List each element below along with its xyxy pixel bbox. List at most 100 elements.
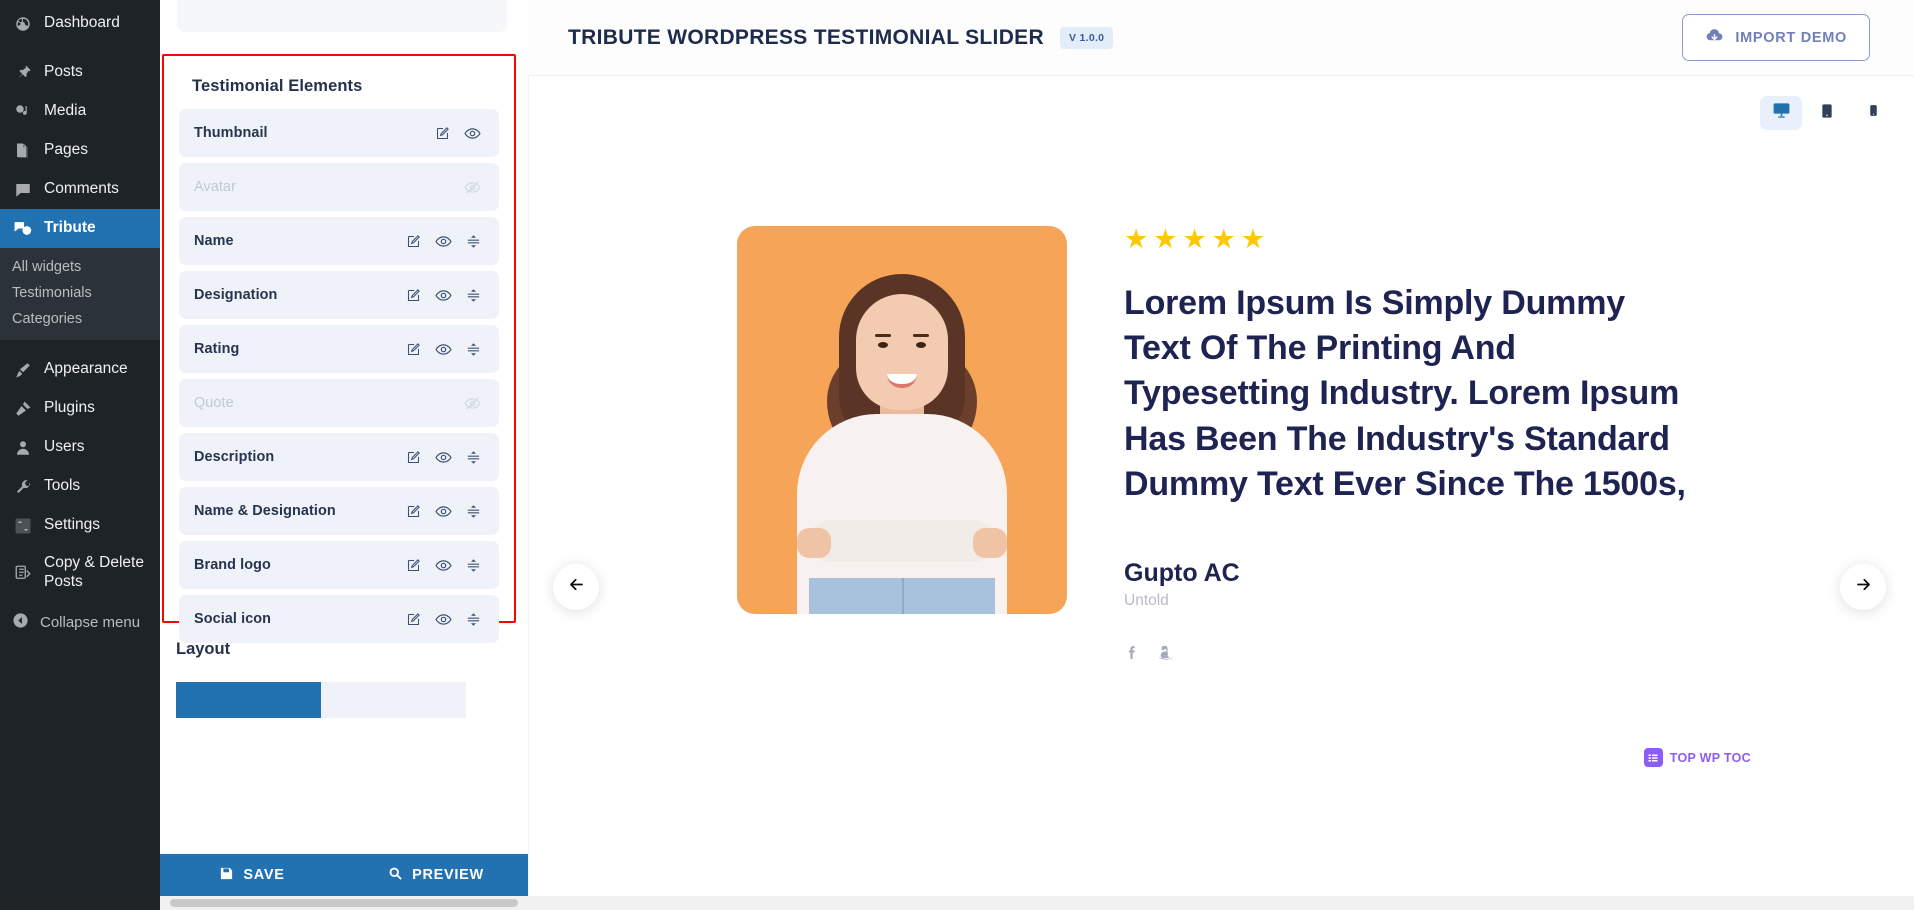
element-row-brand-logo[interactable]: Brand logo bbox=[179, 541, 499, 589]
edit-icon[interactable] bbox=[406, 450, 421, 465]
edit-icon[interactable] bbox=[406, 288, 421, 303]
drag-handle-icon[interactable] bbox=[466, 612, 481, 627]
device-desktop-button[interactable] bbox=[1760, 96, 1802, 130]
arrow-right-icon bbox=[1854, 575, 1873, 599]
element-actions bbox=[406, 233, 481, 250]
page-title: Testimonial Elements bbox=[192, 77, 363, 95]
testimonial-body: ★ ★ ★ ★ ★ Lorem Ipsum Is Simply Dummy Te… bbox=[1124, 226, 1699, 666]
sidebar-item-copy-delete-posts[interactable]: Copy & Delete Posts bbox=[0, 545, 160, 600]
testimonial-author-designation: Untold bbox=[1124, 592, 1169, 610]
edit-icon[interactable] bbox=[406, 612, 421, 627]
device-tablet-button[interactable] bbox=[1806, 96, 1848, 130]
slider-prev-button[interactable] bbox=[553, 564, 599, 610]
brush-icon bbox=[12, 359, 33, 380]
element-row-name[interactable]: Name bbox=[179, 217, 499, 265]
drag-handle-icon[interactable] bbox=[466, 504, 481, 519]
sidebar-subitem-categories[interactable]: Categories bbox=[0, 306, 160, 332]
eye-icon[interactable] bbox=[435, 341, 452, 358]
element-row-avatar[interactable]: Avatar bbox=[179, 163, 499, 211]
testimonial-slide: ★ ★ ★ ★ ★ Lorem Ipsum Is Simply Dummy Te… bbox=[529, 226, 1914, 666]
pin-icon bbox=[12, 62, 33, 83]
drag-handle-icon[interactable] bbox=[466, 558, 481, 573]
element-row-description[interactable]: Description bbox=[179, 433, 499, 481]
slider-next-button[interactable] bbox=[1840, 564, 1886, 610]
eye-off-icon[interactable] bbox=[464, 395, 481, 412]
sidebar-collapse-menu[interactable]: Collapse menu bbox=[0, 600, 160, 643]
sidebar-item-label: Users bbox=[44, 438, 85, 456]
pages-icon bbox=[12, 140, 33, 161]
drag-handle-icon[interactable] bbox=[466, 450, 481, 465]
slider-preview-stage: ★ ★ ★ ★ ★ Lorem Ipsum Is Simply Dummy Te… bbox=[528, 76, 1914, 910]
element-row-name-designation[interactable]: Name & Designation bbox=[179, 487, 499, 535]
eye-icon[interactable] bbox=[435, 611, 452, 628]
sidebar-subitem-all-widgets[interactable]: All widgets bbox=[0, 254, 160, 280]
sidebar-item-posts[interactable]: Posts bbox=[0, 53, 160, 92]
element-row-designation[interactable]: Designation bbox=[179, 271, 499, 319]
sidebar-item-users[interactable]: Users bbox=[0, 428, 160, 467]
edit-icon[interactable] bbox=[406, 234, 421, 249]
sidebar-item-tribute[interactable]: Tribute bbox=[0, 209, 160, 248]
eye-icon[interactable] bbox=[464, 125, 481, 142]
eye-off-icon[interactable] bbox=[464, 179, 481, 196]
element-row-thumbnail[interactable]: Thumbnail bbox=[179, 109, 499, 157]
edit-icon[interactable] bbox=[435, 126, 450, 141]
drag-handle-icon[interactable] bbox=[466, 342, 481, 357]
sidebar-item-label: Dashboard bbox=[44, 14, 120, 32]
top-wp-toc-badge[interactable]: TOP WP TOC bbox=[1643, 748, 1751, 767]
app-title: TRIBUTE WORDPRESS TESTIMONIAL SLIDER bbox=[568, 25, 1044, 49]
facebook-icon[interactable] bbox=[1124, 644, 1141, 666]
tablet-icon bbox=[1819, 103, 1835, 124]
drag-handle-icon[interactable] bbox=[466, 288, 481, 303]
element-row-social-icon[interactable]: Social icon bbox=[179, 595, 499, 643]
device-mobile-button[interactable] bbox=[1852, 96, 1894, 130]
drag-handle-icon[interactable] bbox=[466, 234, 481, 249]
element-label: Social icon bbox=[194, 611, 272, 627]
settings-panel-scroll[interactable]: Nextgain Testimonial Elements Thumbnail bbox=[160, 0, 528, 910]
copy-icon bbox=[12, 562, 33, 583]
preview-button[interactable]: PREVIEW bbox=[344, 854, 528, 896]
search-icon bbox=[388, 866, 403, 885]
eye-icon[interactable] bbox=[435, 503, 452, 520]
testimonial-social-icons bbox=[1124, 644, 1699, 666]
edit-icon[interactable] bbox=[406, 558, 421, 573]
sidebar-item-dashboard[interactable]: Dashboard bbox=[0, 4, 160, 43]
panel-action-bar: SAVE PREVIEW bbox=[160, 854, 528, 896]
user-icon bbox=[12, 437, 33, 458]
sidebar-item-comments[interactable]: Comments bbox=[0, 170, 160, 209]
sidebar-item-pages[interactable]: Pages bbox=[0, 131, 160, 170]
eye-icon[interactable] bbox=[435, 557, 452, 574]
element-row-rating[interactable]: Rating bbox=[179, 325, 499, 373]
page-horizontal-scrollbar[interactable] bbox=[529, 896, 1914, 910]
edit-icon[interactable] bbox=[406, 342, 421, 357]
sidebar-item-tools[interactable]: Tools bbox=[0, 467, 160, 506]
floppy-disk-icon bbox=[219, 866, 234, 885]
sidebar-item-appearance[interactable]: Appearance bbox=[0, 350, 160, 389]
element-actions bbox=[406, 503, 481, 520]
element-actions bbox=[406, 611, 481, 628]
edit-icon[interactable] bbox=[406, 504, 421, 519]
layout-preview-card[interactable]: Nextgain bbox=[177, 0, 507, 32]
element-row-quote[interactable]: Quote bbox=[179, 379, 499, 427]
save-button[interactable]: SAVE bbox=[160, 854, 344, 896]
sidebar-item-plugins[interactable]: Plugins bbox=[0, 389, 160, 428]
amazon-icon[interactable] bbox=[1157, 644, 1174, 666]
element-actions bbox=[435, 125, 481, 142]
sidebar-item-label: Media bbox=[44, 102, 87, 120]
testimonial-elements-list: Thumbnail Avatar Name Designation Rating… bbox=[178, 109, 500, 643]
import-demo-button[interactable]: IMPORT DEMO bbox=[1682, 14, 1870, 61]
layout-tab-2[interactable] bbox=[321, 682, 466, 718]
eye-icon[interactable] bbox=[435, 449, 452, 466]
layout-tab-1[interactable] bbox=[176, 682, 321, 718]
eye-icon[interactable] bbox=[435, 233, 452, 250]
plug-icon bbox=[12, 398, 33, 419]
element-label: Brand logo bbox=[194, 557, 271, 573]
sidebar-item-label: Tribute bbox=[44, 219, 96, 237]
sidebar-item-media[interactable]: Media bbox=[0, 92, 160, 131]
comments-icon bbox=[12, 179, 33, 200]
eye-icon[interactable] bbox=[435, 287, 452, 304]
element-actions bbox=[406, 557, 481, 574]
sidebar-subitem-testimonials[interactable]: Testimonials bbox=[0, 280, 160, 306]
panel-horizontal-scrollbar[interactable] bbox=[160, 896, 528, 910]
sidebar-item-settings[interactable]: Settings bbox=[0, 506, 160, 545]
sidebar-item-label: Pages bbox=[44, 141, 88, 159]
